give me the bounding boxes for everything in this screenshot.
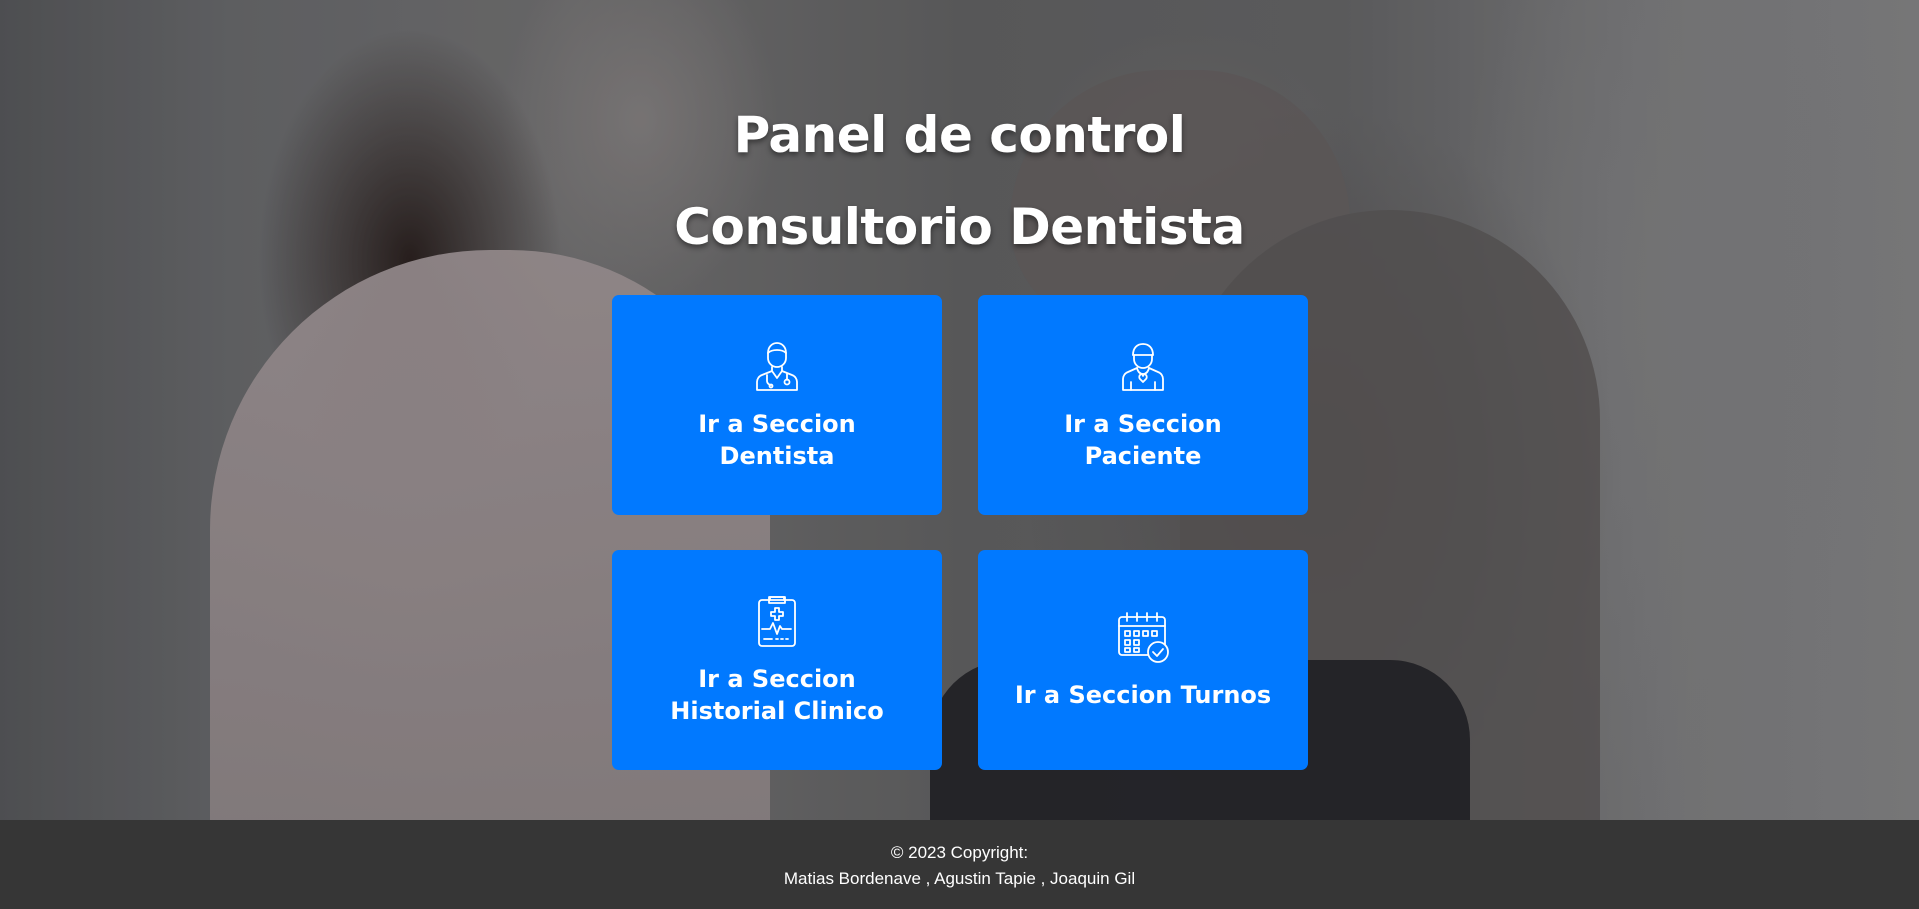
clipboard-medical-icon — [749, 593, 805, 649]
section-turnos-label: Ir a Seccion Turnos — [1014, 681, 1272, 709]
section-dentista-button[interactable]: Ir a Seccion Dentista — [612, 295, 942, 515]
footer-authors: Matias Bordenave , Agustin Tapie , Joaqu… — [783, 869, 1136, 888]
page: Panel de control Consultorio Dentista Ir… — [0, 0, 1919, 909]
section-turnos-button[interactable]: Ir a Seccion Turnos — [978, 550, 1308, 770]
calendar-check-icon — [1115, 609, 1171, 665]
patient-icon — [1115, 338, 1171, 394]
doctor-icon — [749, 338, 805, 394]
section-historial-clinico-button[interactable]: Ir a Seccion Historial Clinico — [612, 550, 942, 770]
section-paciente-button[interactable]: Ir a Seccion Paciente — [978, 295, 1308, 515]
section-dentista-label: Ir a Seccion Dentista — [698, 410, 856, 470]
footer: © 2023 Copyright: Matias Bordenave , Agu… — [0, 820, 1919, 909]
page-title: Panel de control — [733, 106, 1186, 164]
footer-copyright: © 2023 Copyright: — [890, 843, 1029, 862]
section-historial-clinico-label: Ir a Seccion Historial Clinico — [670, 665, 884, 725]
page-subtitle: Consultorio Dentista — [674, 198, 1245, 256]
section-paciente-label: Ir a Seccion Paciente — [1064, 410, 1222, 470]
